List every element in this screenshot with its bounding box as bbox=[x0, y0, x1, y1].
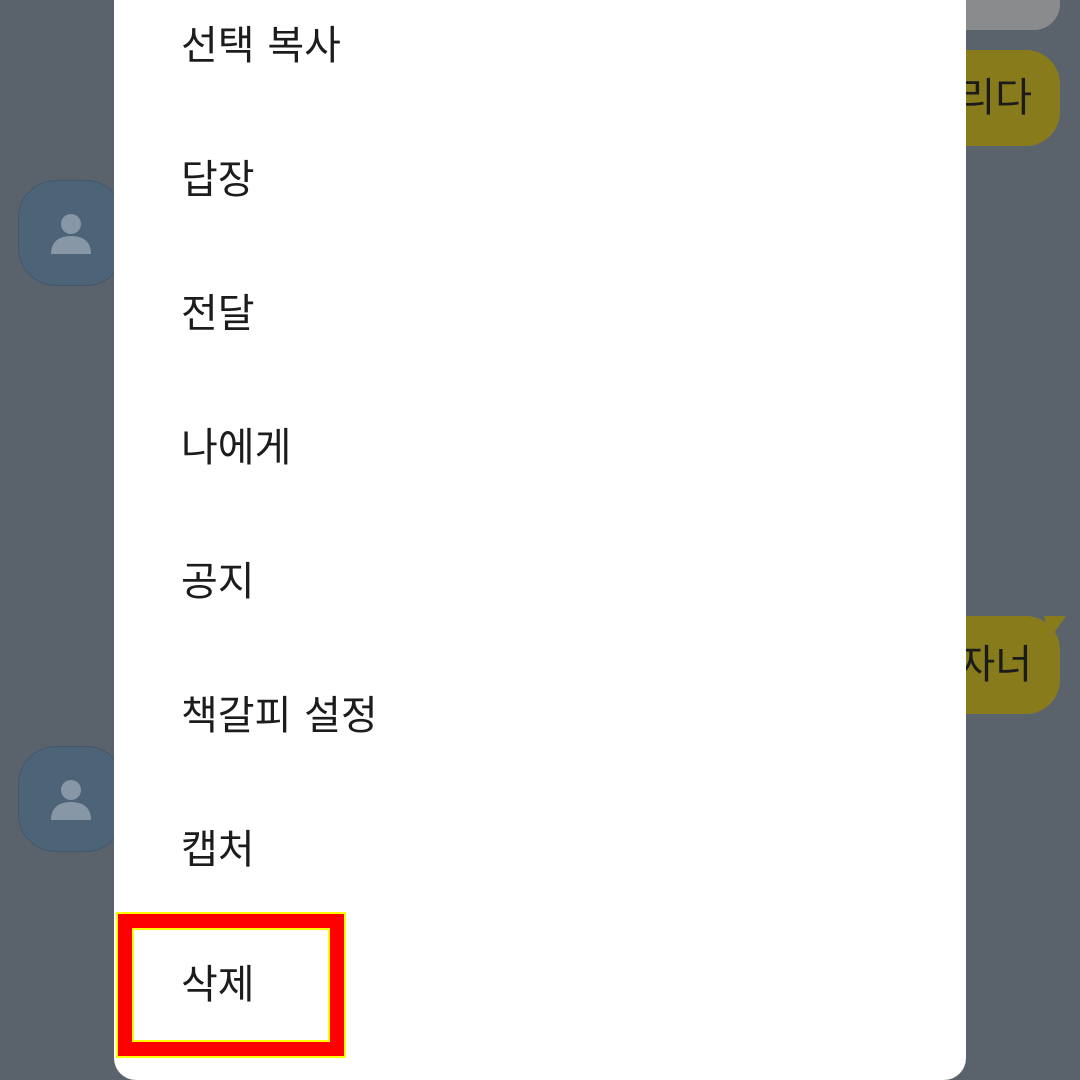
menu-item-label: 공지 bbox=[181, 559, 255, 605]
menu-item-label: 답장 bbox=[181, 157, 255, 203]
menu-item-delete[interactable]: 삭제 bbox=[114, 914, 966, 1048]
menu-item-to-me[interactable]: 나에게 bbox=[114, 377, 966, 511]
person-icon bbox=[51, 780, 91, 820]
chat-screen: 리다 자너 선택 복사 답장 전달 나에게 공지 책갈피 설정 캡처 삭제 bbox=[0, 0, 1080, 1080]
menu-item-label: 책갈피 설정 bbox=[181, 693, 378, 739]
menu-item-notice[interactable]: 공지 bbox=[114, 511, 966, 645]
menu-item-capture[interactable]: 캡처 bbox=[114, 779, 966, 913]
menu-item-forward[interactable]: 전달 bbox=[114, 243, 966, 377]
menu-item-bookmark[interactable]: 책갈피 설정 bbox=[114, 645, 966, 779]
menu-item-select-copy[interactable]: 선택 복사 bbox=[114, 0, 966, 109]
message-context-menu: 선택 복사 답장 전달 나에게 공지 책갈피 설정 캡처 삭제 bbox=[114, 0, 966, 1080]
menu-item-label: 나에게 bbox=[181, 425, 292, 471]
menu-item-label: 선택 복사 bbox=[181, 23, 341, 69]
menu-item-label: 캡처 bbox=[181, 827, 255, 873]
menu-item-label: 전달 bbox=[181, 291, 255, 337]
menu-item-label: 삭제 bbox=[181, 962, 255, 1008]
profile-avatar[interactable] bbox=[18, 180, 124, 286]
menu-item-reply[interactable]: 답장 bbox=[114, 109, 966, 243]
bubble-tail bbox=[1044, 616, 1066, 638]
message-text: 자너 bbox=[958, 642, 1032, 688]
person-icon bbox=[51, 214, 91, 254]
message-text: 리다 bbox=[958, 75, 1032, 121]
profile-avatar[interactable] bbox=[18, 746, 124, 852]
